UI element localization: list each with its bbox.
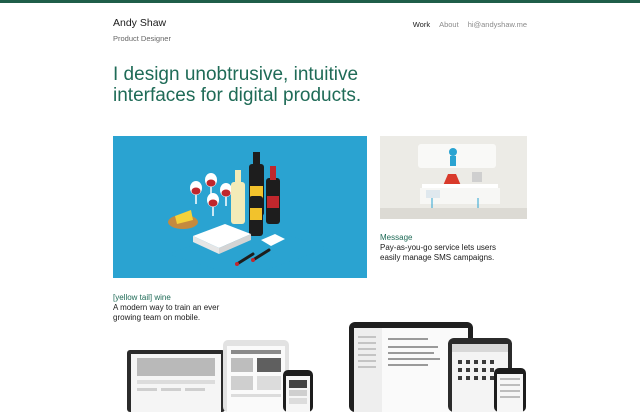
hero-line-1: I design unobtrusive, intuitive: [113, 64, 359, 85]
message-project-image[interactable]: [380, 136, 527, 219]
responsive-devices-mockup[interactable]: [113, 330, 367, 412]
hero-heading: I design unobtrusive, intuitive interfac…: [113, 64, 443, 106]
main-nav: Work About hi@andyshaw.me: [413, 20, 527, 29]
message-project-desc-line-1: Pay-as-you-go service lets users: [380, 243, 497, 252]
wine-project-desc-line-2: growing team on mobile.: [113, 313, 201, 322]
wine-project-desc-line-1: A modern way to train an ever: [113, 303, 220, 312]
wine-project-title[interactable]: [yellow tail] wine: [113, 292, 171, 303]
top-accent-bar: [0, 0, 640, 3]
nav-link-about[interactable]: About: [439, 20, 459, 29]
message-project-title[interactable]: Message: [380, 232, 412, 243]
site-owner-name[interactable]: Andy Shaw: [113, 17, 171, 30]
wine-project-image[interactable]: [113, 136, 367, 278]
nav-link-work[interactable]: Work: [413, 20, 430, 29]
hero-line-2: interfaces for digital products.: [113, 85, 362, 106]
site-owner-title: Product Designer: [113, 34, 171, 43]
app-devices-mockup[interactable]: [340, 318, 540, 412]
nav-link-email[interactable]: hi@andyshaw.me: [468, 20, 527, 29]
brand[interactable]: Andy Shaw Product Designer: [113, 17, 171, 44]
message-project-desc-line-2: easily manage SMS campaigns.: [380, 253, 495, 262]
